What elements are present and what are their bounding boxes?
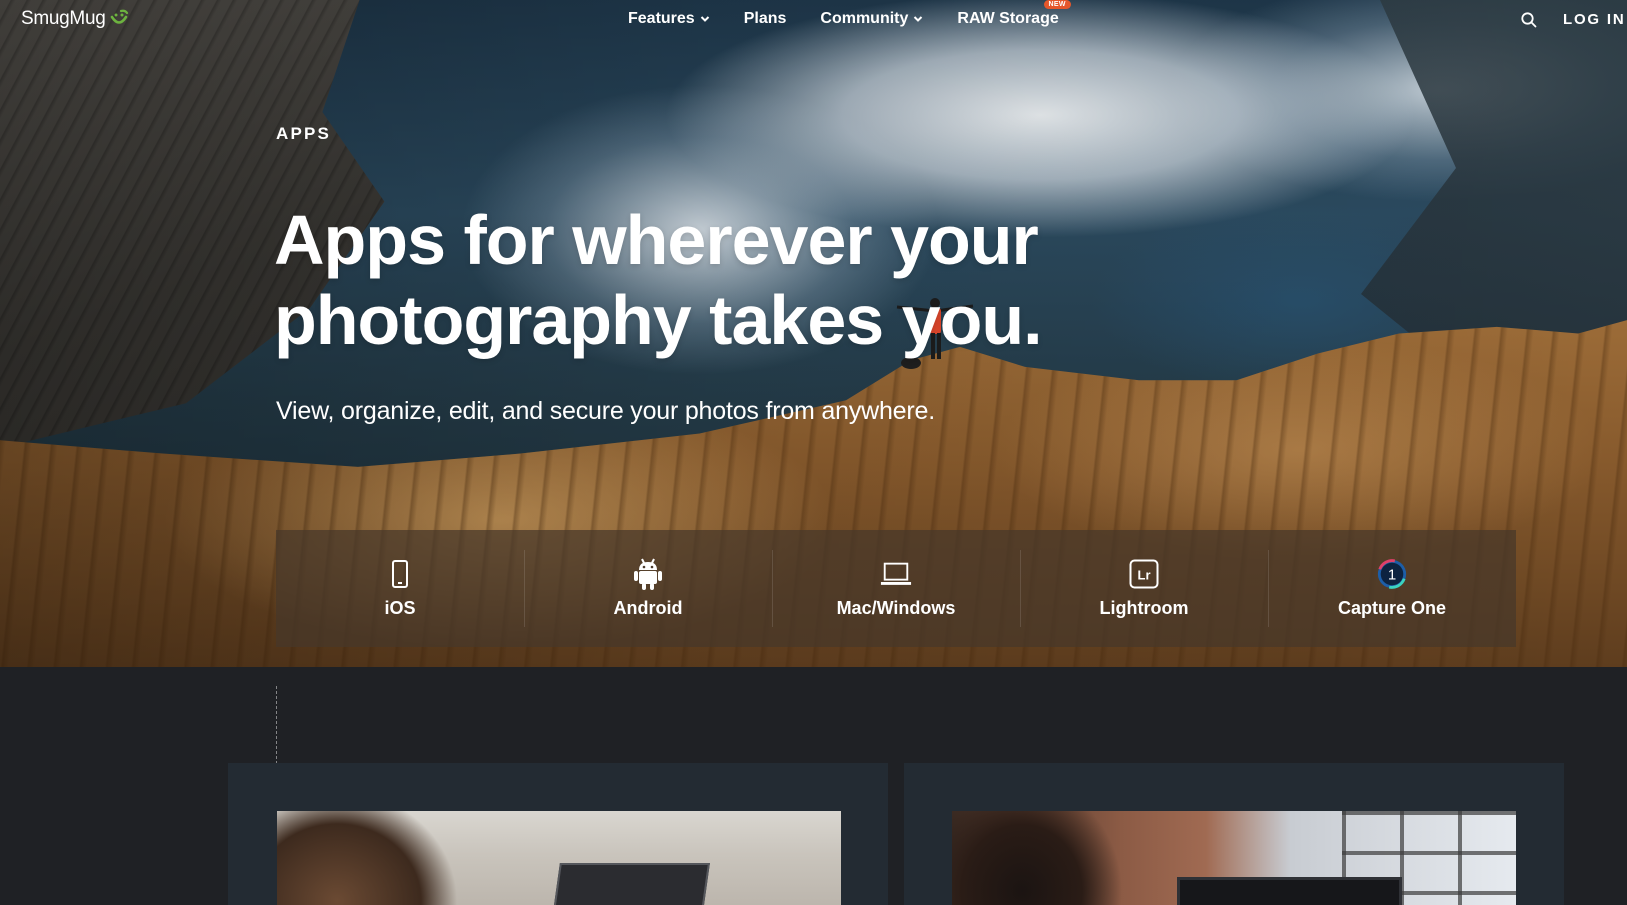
app-lightroom-label: Lightroom [1099, 598, 1189, 618]
main-menu: Features Plans Community RAW Storage NEW [628, 0, 1093, 28]
app-android[interactable]: Android [524, 530, 772, 647]
feature-card-right[interactable] [904, 763, 1564, 905]
app-capture-one-label: Capture One [1337, 598, 1447, 618]
page-headline: Apps for wherever your photography takes… [274, 200, 1094, 360]
nav-community[interactable]: Community [820, 10, 923, 28]
chevron-down-icon [700, 16, 709, 22]
app-capture-one[interactable]: 1 Capture One [1268, 530, 1516, 647]
app-android-label: Android [613, 598, 683, 618]
section-eyebrow: APPS [276, 124, 332, 143]
lightroom-icon-text: Lr [1138, 568, 1151, 583]
search-icon[interactable] [1520, 11, 1538, 29]
capture-one-icon: 1 [1376, 558, 1408, 590]
nav-plans-label: Plans [743, 10, 787, 27]
nav-features[interactable]: Features [628, 10, 710, 28]
card-photo-right [952, 811, 1516, 905]
laptop-photo-shape [550, 863, 710, 905]
new-badge: NEW [1043, 0, 1071, 9]
headline-line-1: Apps for wherever your [274, 201, 1039, 279]
capture-one-icon-text: 1 [1388, 567, 1396, 584]
smugmug-smile-icon [110, 9, 128, 24]
top-nav: SmugMug Features Plans Community RAW Sto… [0, 0, 1627, 40]
nav-plans[interactable]: Plans [744, 10, 787, 28]
nav-community-label: Community [820, 10, 909, 27]
chevron-down-icon [914, 16, 923, 22]
hero-subtitle: View, organize, edit, and secure your ph… [276, 397, 935, 425]
headline-line-2: photography takes you. [274, 281, 1043, 359]
app-mac-windows[interactable]: Mac/Windows [772, 530, 1020, 647]
monitor-photo-shape [1177, 877, 1402, 905]
logo-text: SmugMug [21, 8, 106, 29]
app-ios-label: iOS [384, 598, 416, 618]
login-button[interactable]: LOG IN [1563, 11, 1625, 28]
app-ios[interactable]: iOS [276, 530, 524, 647]
feature-card-left[interactable] [228, 763, 888, 905]
android-icon [632, 558, 664, 590]
nav-raw-storage-label: RAW Storage [957, 10, 1059, 27]
app-mac-windows-label: Mac/Windows [836, 598, 956, 618]
app-lightroom[interactable]: Lr Lightroom [1020, 530, 1268, 647]
smugmug-logo[interactable]: SmugMug [21, 8, 129, 30]
nav-raw-storage[interactable]: RAW Storage NEW [957, 0, 1071, 28]
phone-icon [384, 558, 416, 590]
lightroom-icon: Lr [1128, 558, 1160, 590]
app-selector-bar: iOS Android Mac/Windows Lr Lightroom 1 C… [276, 530, 1516, 647]
nav-features-label: Features [628, 10, 695, 27]
card-photo-left [277, 811, 841, 905]
laptop-icon [880, 558, 912, 590]
